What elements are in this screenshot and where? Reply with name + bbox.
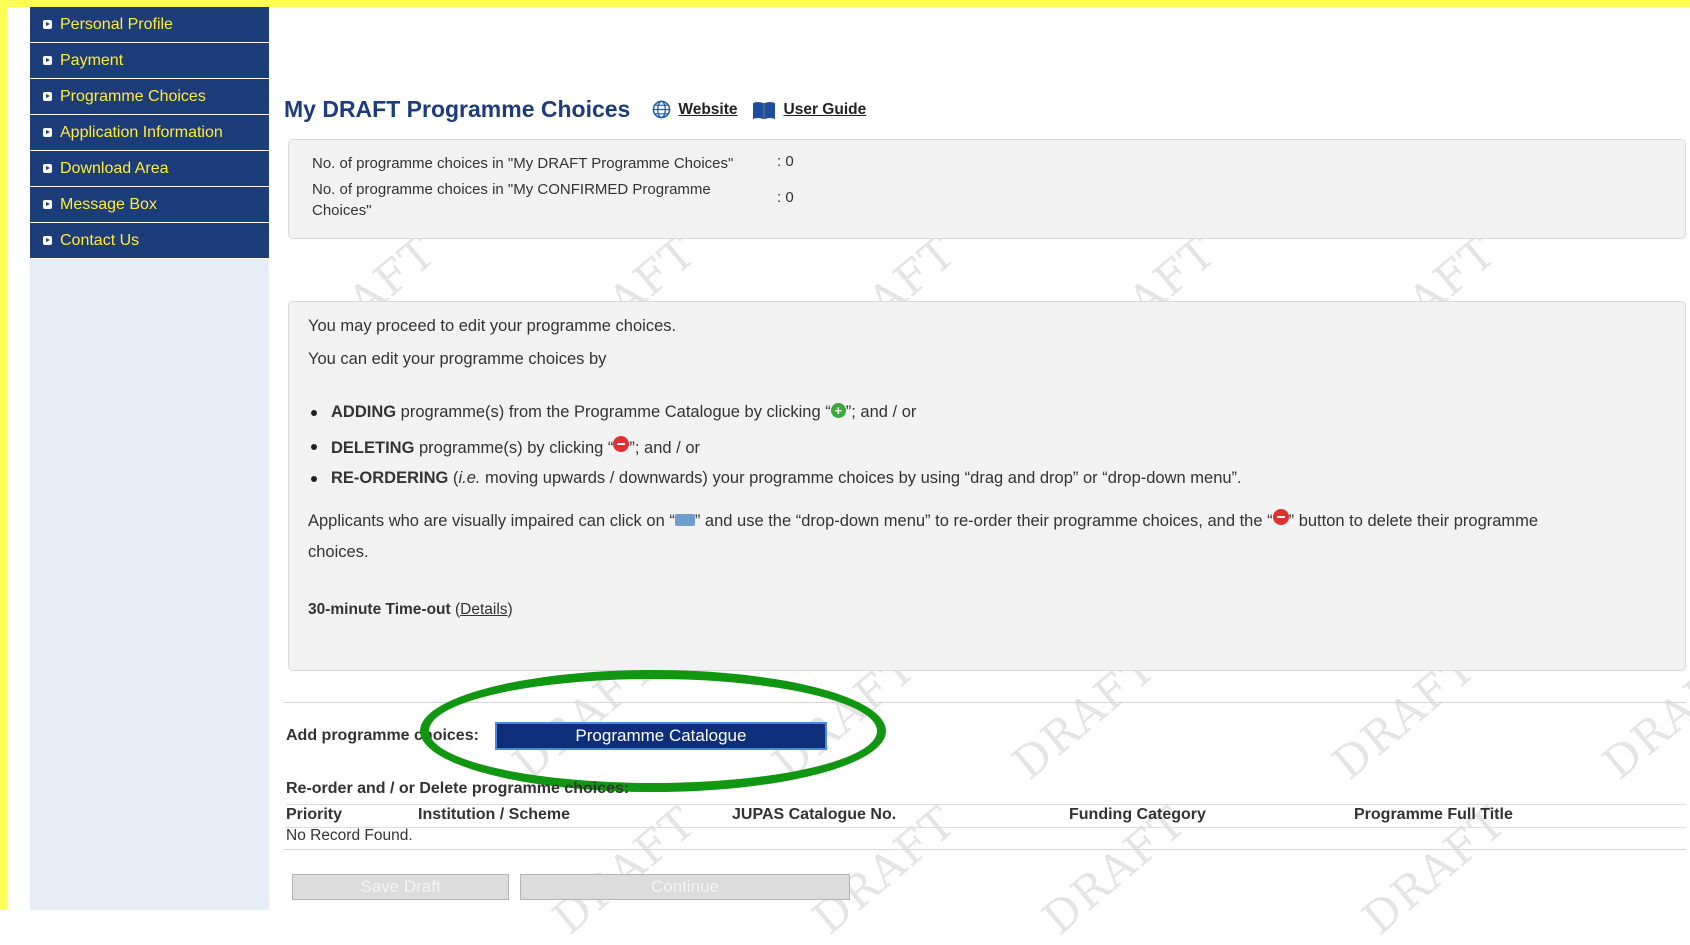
adding-text: ADDING programme(s) from the Programme C…	[331, 403, 916, 422]
globe-icon	[653, 100, 671, 119]
reorder-text-a: (	[448, 469, 459, 487]
draft-count-row: No. of programme choices in "My DRAFT Pr…	[312, 153, 794, 174]
page-title: My DRAFT Programme Choices	[284, 96, 631, 122]
programme-catalogue-button[interactable]: Programme Catalogue	[494, 722, 827, 750]
sidebar-item-personal-profile[interactable]: Personal Profile	[30, 7, 269, 43]
bullet-icon	[43, 236, 52, 245]
sidebar-item-programme-choices[interactable]: Programme Choices	[30, 79, 269, 115]
bullet-icon	[43, 56, 52, 65]
sidebar-item-label: Download Area	[60, 159, 169, 177]
reorder-label: Re-order and / or Delete programme choic…	[286, 780, 630, 797]
sidebar-nav: Personal Profile Payment Programme Choic…	[30, 7, 269, 259]
timeout-close: )	[507, 601, 513, 618]
accessibility-note: Applicants who are visually impaired can…	[308, 509, 1663, 531]
confirmed-count-row: No. of programme choices in "My CONFIRME…	[312, 179, 794, 221]
visual-text-a: Applicants who are visually impaired can…	[308, 512, 675, 530]
deleting-text-b: ”; and / or	[629, 439, 701, 457]
accessibility-note-end: choices.	[308, 543, 369, 561]
save-draft-button[interactable]: Save Draft	[292, 874, 509, 900]
divider	[284, 702, 1686, 703]
sidebar-item-contact-us[interactable]: Contact Us	[30, 223, 269, 259]
details-link[interactable]: Details	[460, 601, 507, 618]
deleting-text: DELETING programme(s) by clicking “ ”; an…	[331, 436, 700, 458]
highlight-frame-top	[0, 0, 1690, 7]
bullet-icon	[43, 200, 52, 209]
highlight-frame-left	[0, 0, 7, 910]
column-catalogue-no: JUPAS Catalogue No.	[732, 806, 897, 823]
deleting-text-a: programme(s) by clicking “	[414, 439, 614, 457]
confirmed-count-value: : 0	[777, 189, 794, 206]
visual-text-b: ” and use the “drop-down menu” to re-ord…	[694, 512, 1273, 530]
sidebar-item-label: Personal Profile	[60, 15, 173, 33]
instruction-deleting: DELETING programme(s) by clicking “ ”; an…	[308, 436, 700, 458]
sidebar-item-label: Payment	[60, 51, 124, 69]
page-header: My DRAFT Programme Choices Website User …	[284, 96, 880, 123]
column-title: Programme Full Title	[1354, 806, 1513, 823]
sidebar-item-label: Message Box	[60, 195, 157, 213]
bullet-icon	[43, 20, 52, 29]
add-choices-label: Add programme choices:	[286, 727, 479, 744]
reorder-bold: RE-ORDERING	[331, 469, 449, 487]
adding-text-a: programme(s) from the Programme Catalogu…	[396, 403, 831, 421]
column-priority: Priority	[286, 806, 343, 823]
bullet-icon	[43, 164, 52, 173]
sidebar-item-application-information[interactable]: Application Information	[30, 115, 269, 151]
timeout-open: (	[450, 601, 461, 618]
sidebar: Personal Profile Payment Programme Choic…	[30, 7, 269, 910]
timeout-label: 30-minute Time-out	[308, 601, 451, 618]
sidebar-item-label: Contact Us	[60, 231, 140, 249]
column-funding: Funding Category	[1069, 806, 1206, 823]
user-guide-label: User Guide	[783, 100, 867, 118]
sidebar-item-payment[interactable]: Payment	[30, 43, 269, 79]
deleting-bold: DELETING	[331, 439, 415, 457]
continue-button[interactable]: Continue	[520, 874, 850, 900]
instruction-line-2: You can edit your programme choices by	[308, 350, 607, 368]
instruction-reordering: RE-ORDERING (i.e. moving upwards / downw…	[308, 469, 1242, 488]
bullet-dot	[311, 444, 317, 450]
user-guide-link[interactable]: User Guide	[752, 100, 867, 120]
bullet-dot	[311, 475, 317, 482]
adding-text-b: ”; and / or	[845, 403, 917, 421]
keyboard-icon	[674, 514, 695, 526]
plus-circle-icon: +	[830, 403, 846, 418]
sidebar-item-label: Application Information	[60, 123, 223, 141]
choice-count-panel: No. of programme choices in "My DRAFT Pr…	[288, 139, 1686, 239]
book-icon	[752, 101, 775, 119]
minus-circle-icon	[613, 436, 630, 452]
reorder-italic: i.e.	[458, 469, 481, 487]
table-header: Priority Institution / Scheme JUPAS Cata…	[286, 804, 1686, 828]
reorder-text: RE-ORDERING (i.e. moving upwards / downw…	[331, 469, 1242, 488]
visual-text-c: ” button to delete their programme	[1288, 512, 1539, 530]
sidebar-item-message-box[interactable]: Message Box	[30, 187, 269, 223]
instructions-panel: You may proceed to edit your programme c…	[288, 301, 1686, 671]
empty-table-message: No Record Found.	[286, 827, 413, 844]
website-label: Website	[678, 100, 738, 118]
column-institution: Institution / Scheme	[418, 806, 571, 823]
divider	[284, 849, 1686, 850]
add-choices-row: Add programme choices: Programme Catalog…	[286, 722, 827, 750]
bullet-icon	[43, 128, 52, 137]
reorder-text-b: moving upwards / downwards) your program…	[480, 469, 1242, 487]
minus-circle-icon	[1272, 509, 1289, 525]
draft-count-value: : 0	[777, 153, 794, 170]
draft-count-label: No. of programme choices in "My DRAFT Pr…	[312, 155, 734, 172]
sidebar-item-label: Programme Choices	[60, 87, 206, 105]
adding-bold: ADDING	[331, 403, 397, 421]
bullet-dot	[311, 409, 317, 416]
bullet-icon	[43, 92, 52, 101]
instruction-line-1: You may proceed to edit your programme c…	[308, 317, 677, 335]
sidebar-item-download-area[interactable]: Download Area	[30, 151, 269, 187]
timeout-note: 30-minute Time-out (Details)	[308, 601, 513, 619]
confirmed-count-label: No. of programme choices in "My CONFIRME…	[312, 181, 711, 219]
website-link[interactable]: Website	[652, 100, 738, 119]
instruction-adding: ADDING programme(s) from the Programme C…	[308, 403, 916, 422]
